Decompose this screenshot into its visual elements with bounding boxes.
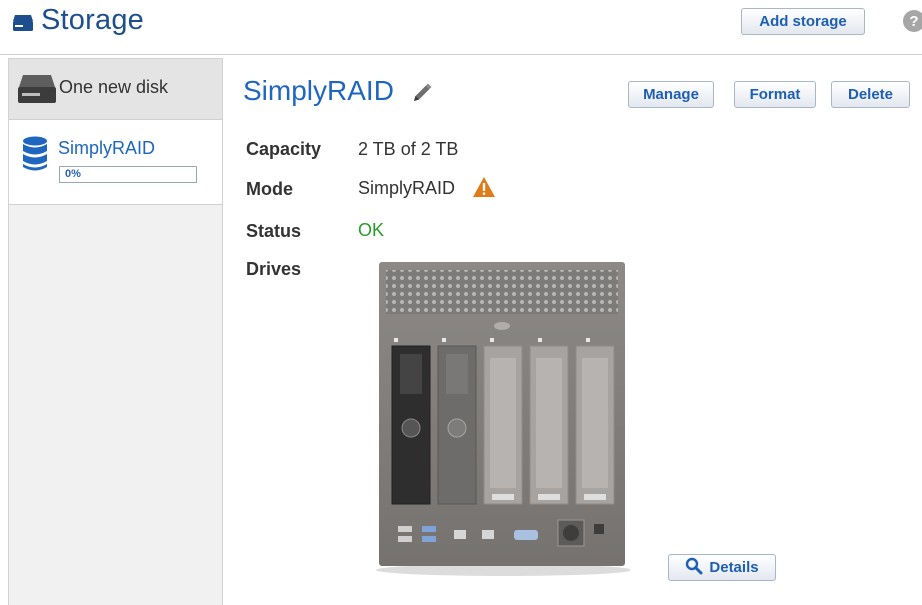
magnifier-icon — [685, 557, 703, 579]
sidebar-item-simplyraid[interactable]: SimplyRAID 0% — [9, 120, 222, 205]
warning-icon[interactable] — [472, 176, 496, 198]
format-button[interactable]: Format — [734, 81, 816, 108]
sidebar: One new disk SimplyRAID 0% — [8, 58, 223, 605]
database-icon — [22, 136, 48, 172]
delete-button[interactable]: Delete — [831, 81, 910, 108]
raid-enclosure-image — [374, 258, 632, 576]
capacity-value: 2 TB of 2 TB — [358, 139, 459, 159]
mode-value: SimplyRAID — [358, 178, 456, 198]
manage-button[interactable]: Manage — [628, 81, 714, 108]
page-header: Storage Add storage ? — [0, 0, 922, 55]
volume-progress-bar: 0% — [59, 166, 197, 183]
sidebar-item-label: One new disk — [59, 77, 169, 97]
mode-label: Mode — [246, 179, 293, 199]
sidebar-item-label: SimplyRAID — [58, 138, 156, 158]
details-label: Details — [709, 559, 759, 576]
storage-icon — [12, 13, 34, 32]
capacity-label: Capacity — [246, 139, 322, 159]
main-panel: SimplyRAID Manage Format Delete Capacity… — [224, 58, 922, 605]
drives-label: Drives — [246, 259, 302, 279]
status-label: Status — [246, 221, 302, 241]
details-button[interactable]: Details — [668, 554, 776, 581]
page-title: Storage — [41, 4, 144, 36]
status-value: OK — [358, 220, 385, 240]
sidebar-item-new-disk[interactable]: One new disk — [9, 59, 222, 120]
add-storage-button[interactable]: Add storage — [741, 8, 865, 35]
help-icon[interactable]: ? — [903, 10, 922, 32]
progress-label: 0% — [65, 168, 81, 180]
pencil-icon[interactable] — [411, 82, 433, 104]
disk-drive-icon — [17, 71, 57, 105]
volume-title: SimplyRAID — [243, 75, 394, 106]
